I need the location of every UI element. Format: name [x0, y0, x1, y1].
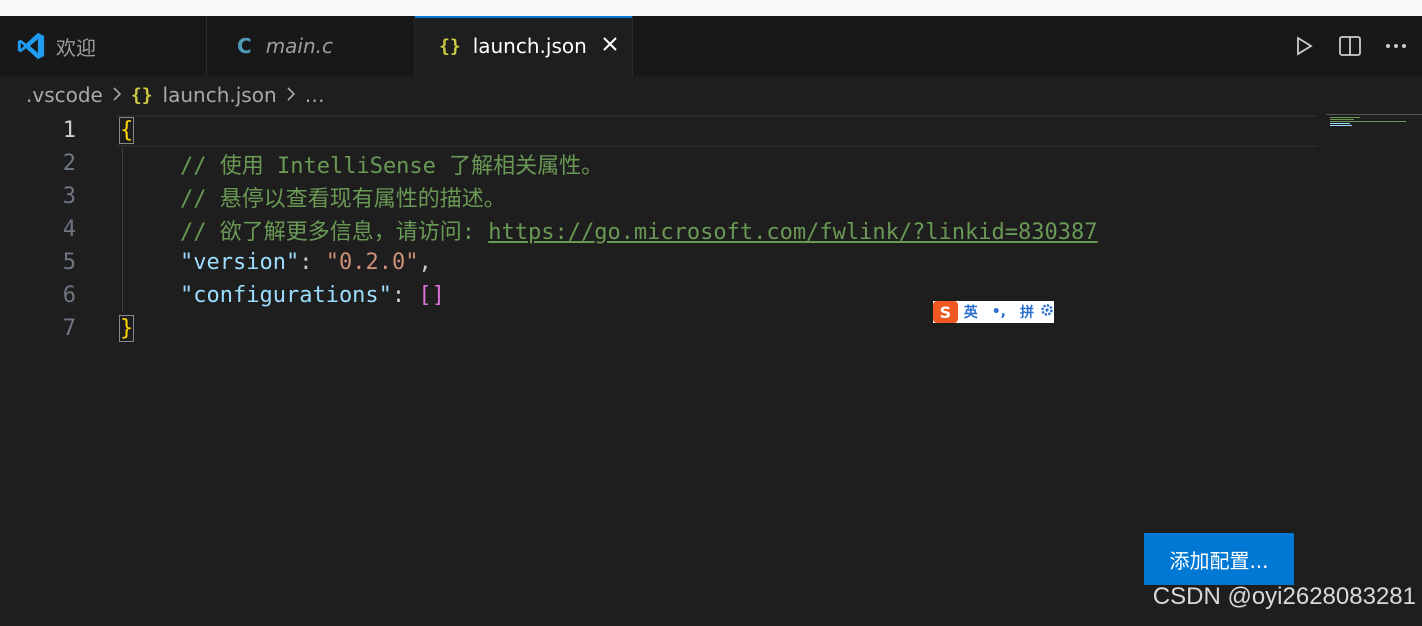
current-line-highlight: [116, 115, 1318, 147]
run-icon[interactable]: [1290, 32, 1318, 60]
sogou-logo-icon[interactable]: S: [933, 301, 958, 323]
window-top-strip: [0, 0, 1422, 16]
tab-label: main.c: [265, 34, 334, 58]
chevron-right-icon: [111, 83, 123, 107]
code-line: 3 // 悬停以查看现有属性的描述。: [0, 180, 1320, 213]
json-file-icon: {}: [439, 35, 461, 57]
json-file-icon: {}: [130, 84, 153, 106]
code-line: 6 "configurations": []: [0, 279, 1320, 312]
breadcrumb-file[interactable]: launch.json: [163, 83, 277, 107]
json-string-value: "0.2.0": [325, 250, 419, 275]
close-brace: }: [118, 315, 135, 342]
line-number: 2: [62, 151, 76, 176]
json-array-value: []: [418, 283, 445, 308]
code-text: // 使用 IntelliSense 了解相关属性。: [180, 148, 603, 180]
editor-tab-bar: 欢迎 C main.c {} launch.json: [0, 16, 1422, 76]
line-number: 1: [62, 118, 76, 143]
code-text: "version": "0.2.0",: [180, 250, 432, 275]
ime-punctuation[interactable]: •,: [992, 304, 1006, 320]
code-text: }: [118, 315, 135, 342]
tab-main-c[interactable]: C main.c: [207, 16, 415, 76]
indent-guide: [122, 148, 123, 312]
open-brace: {: [118, 117, 135, 144]
chevron-right-icon: [285, 83, 297, 107]
line-number: 5: [62, 250, 76, 275]
colon: :: [299, 250, 326, 275]
add-configuration-button[interactable]: 添加配置...: [1144, 533, 1294, 585]
c-file-icon: C: [237, 34, 252, 58]
gear-icon[interactable]: [1040, 303, 1054, 321]
tab-welcome[interactable]: 欢迎: [0, 16, 207, 76]
colon: :: [391, 283, 419, 308]
json-key: "version": [180, 250, 300, 275]
code-text: // 悬停以查看现有属性的描述。: [180, 181, 506, 213]
comment: // 使用 IntelliSense 了解相关属性。: [180, 153, 604, 179]
editor-actions: [1290, 16, 1422, 76]
breadcrumb-folder[interactable]: .vscode: [26, 83, 103, 107]
ime-pinyin[interactable]: 拼: [1020, 302, 1034, 322]
vscode-logo-icon: [17, 32, 45, 60]
ime-mode[interactable]: 英: [964, 302, 978, 322]
close-tab-icon[interactable]: [601, 34, 619, 59]
code-line: 2 // 使用 IntelliSense 了解相关属性。: [0, 147, 1320, 180]
code-line: 5 "version": "0.2.0",: [0, 246, 1320, 279]
line-number: 4: [62, 217, 76, 242]
tab-label: 欢迎: [56, 35, 96, 60]
tab-label: launch.json: [472, 34, 587, 58]
code-line: 1 {: [0, 114, 1320, 147]
code-text: {: [118, 117, 135, 144]
ime-status-bar: S 英 •, 拼: [933, 301, 1054, 323]
more-actions-icon[interactable]: [1382, 32, 1410, 60]
json-key: "configurations": [180, 283, 392, 308]
tab-launch-json[interactable]: {} launch.json: [415, 16, 633, 76]
minimap[interactable]: [1326, 114, 1422, 134]
watermark-text: CSDN @oyi2628083281: [1152, 583, 1416, 610]
line-number: 3: [62, 184, 76, 209]
breadcrumb: .vscode {} launch.json …: [0, 76, 1422, 114]
line-number: 6: [62, 283, 76, 308]
line-number: 7: [62, 316, 76, 341]
docs-link[interactable]: https://go.microsoft.com/fwlink/?linkid=…: [488, 220, 1097, 245]
comma: ,: [418, 250, 432, 275]
split-editor-icon[interactable]: [1336, 32, 1364, 60]
code-line: 4 // 欲了解更多信息，请访问: https://go.microsoft.c…: [0, 213, 1320, 246]
comment: // 悬停以查看现有属性的描述。: [180, 186, 506, 212]
breadcrumb-ellipsis[interactable]: …: [305, 83, 325, 107]
code-line: 7 }: [0, 312, 1320, 345]
comment: // 欲了解更多信息，请访问:: [180, 219, 489, 245]
code-text: "configurations": []: [180, 283, 445, 308]
code-text: // 欲了解更多信息，请访问: https://go.microsoft.com…: [180, 214, 1098, 246]
